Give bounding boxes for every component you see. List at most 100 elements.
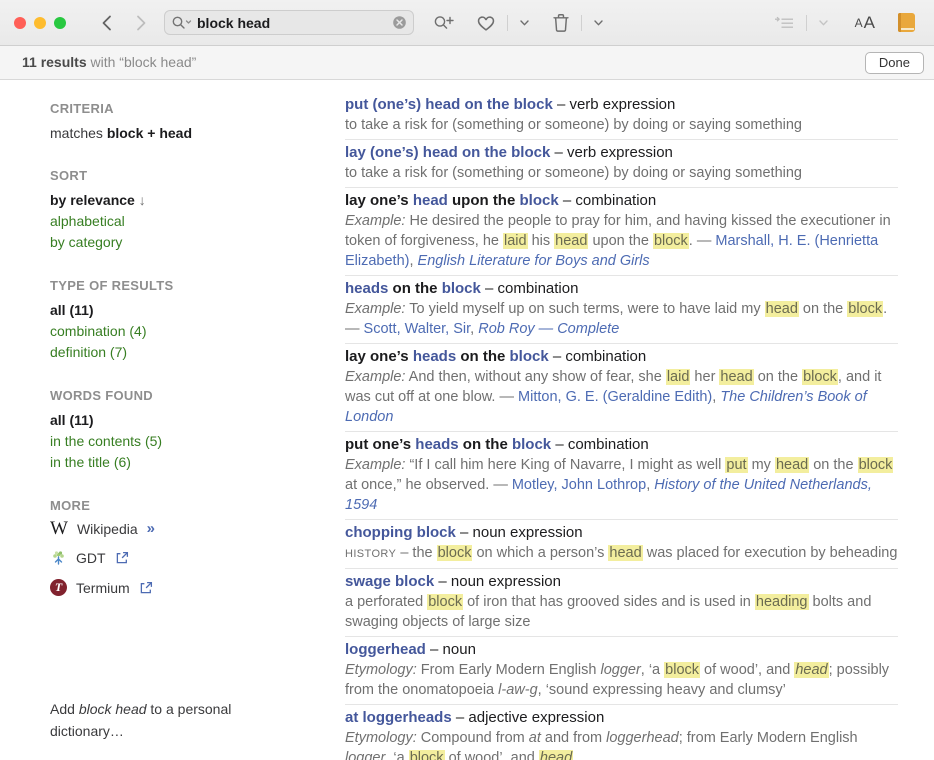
entry-list-control (768, 12, 834, 33)
text-segment: logger (345, 750, 385, 760)
dictionary-book-button[interactable] (893, 11, 920, 34)
text-segment: and from (541, 730, 606, 746)
headword: put (one’s) head on the block (345, 96, 553, 113)
headword: swage block (345, 573, 434, 590)
citation-link[interactable]: Motley, John Lothrop (512, 477, 646, 493)
delete-button[interactable] (547, 11, 575, 34)
more-link-wikipedia[interactable]: WWikipedia» (50, 520, 277, 537)
text-segment: at (529, 730, 541, 746)
criteria-header: CRITERIA (50, 101, 277, 116)
criteria-section: CRITERIA matches block + head (50, 101, 277, 143)
result-title[interactable]: loggerhead – noun (345, 640, 898, 660)
favorites-button[interactable] (471, 12, 501, 34)
sort-header: SORT (50, 168, 277, 183)
result-row: lay one’s head upon the block – combinat… (345, 188, 898, 276)
sidebar-option-combination-4[interactable]: combination (4) (50, 321, 277, 342)
favorites-menu-button[interactable] (514, 17, 535, 29)
text-segment: , ‘sound expressing heavy and clumsy’ (538, 682, 786, 698)
zoom-window-button[interactable] (54, 17, 66, 29)
text-segment: my (748, 457, 775, 473)
done-button[interactable]: Done (865, 52, 924, 74)
toolbar-divider (507, 15, 508, 31)
text-segment: his (528, 233, 555, 249)
entry-list-button (768, 12, 800, 33)
chevron-right-icon (135, 14, 148, 32)
text-segment: of wood’, and (445, 750, 539, 760)
sidebar-option-alphabetical[interactable]: alphabetical (50, 211, 277, 232)
match-highlight: head (794, 662, 828, 678)
sidebar-option-definition-7[interactable]: definition (7) (50, 342, 277, 363)
result-title[interactable]: swage block – noun expression (345, 572, 898, 592)
citation-link[interactable]: Scott, Walter, Sir (364, 321, 471, 337)
headword: lay (one’s) head on the block (345, 144, 550, 161)
more-link-termium[interactable]: TTermium (50, 579, 277, 596)
text-segment: Etymology: (345, 662, 417, 678)
result-row: heads on the block – combinationExample:… (345, 276, 898, 344)
result-title[interactable]: lay (one’s) head on the block – verb exp… (345, 143, 898, 163)
sidebar-option-all-11[interactable]: all (11) (50, 300, 277, 321)
chevron-down-icon (818, 19, 829, 27)
match-highlight: laid (666, 369, 691, 385)
search-plus-icon (433, 14, 454, 32)
minimize-window-button[interactable] (34, 17, 46, 29)
text-segment: on the (459, 436, 512, 453)
text-segment: . — (689, 233, 716, 249)
result-title[interactable]: heads on the block – combination (345, 279, 898, 299)
text-segment: a perforated (345, 594, 427, 610)
more-link-label: Termium (76, 580, 130, 596)
sidebar-option-by-category[interactable]: by category (50, 232, 277, 253)
sort-options: by relevance ↓alphabeticalby category (50, 190, 277, 253)
result-title[interactable]: lay one’s heads on the block – combinati… (345, 347, 898, 367)
back-button[interactable] (94, 12, 119, 34)
result-body: a perforated block of iron that has groo… (345, 592, 898, 632)
match-highlight: block (427, 594, 463, 610)
sidebar-option-in-the-title-6[interactable]: in the title (6) (50, 452, 277, 473)
dictionary-search-window: block head (0, 0, 934, 760)
match-highlight: block (847, 301, 883, 317)
more-links: WWikipedia» GDT TTermium (50, 520, 277, 596)
criteria-value: matches block + head (50, 123, 277, 143)
forward-button (129, 12, 154, 34)
result-title[interactable]: put one’s heads on the block – combinati… (345, 435, 898, 455)
delete-menu-button[interactable] (588, 17, 609, 29)
result-row: lay one’s heads on the block – combinati… (345, 344, 898, 432)
close-window-button[interactable] (14, 17, 26, 29)
result-title[interactable]: lay one’s head upon the block – combinat… (345, 191, 898, 211)
more-link-gdt[interactable]: GDT (50, 549, 277, 567)
sidebar-option-all-11[interactable]: all (11) (50, 410, 277, 431)
sidebar-option-in-the-contents-5[interactable]: in the contents (5) (50, 431, 277, 452)
type-of-results-section: TYPE OF RESULTS all (11)combination (4)d… (50, 278, 277, 363)
text-segment: to take a risk for (something or someone… (345, 117, 802, 133)
clear-search-button[interactable] (392, 15, 407, 30)
citation-link[interactable]: English Literature for Boys and Girls (418, 253, 650, 269)
sort-direction-icon: ↓ (135, 192, 146, 208)
search-input[interactable]: block head (164, 10, 414, 35)
result-title[interactable]: put (one’s) head on the block – verb exp… (345, 95, 898, 115)
result-row: swage block – noun expressiona perforate… (345, 569, 898, 637)
search-value[interactable]: block head (197, 15, 392, 31)
result-body: Example: And then, without any show of f… (345, 367, 898, 427)
headword: block (510, 348, 549, 365)
new-search-button[interactable] (428, 12, 459, 34)
citation-link[interactable]: Rob Roy — Complete (478, 321, 619, 337)
match-highlight: put (725, 457, 747, 473)
citation-link[interactable]: Mitton, G. E. (Geraldine Edith) (518, 389, 712, 405)
text-size-button[interactable]: AA (850, 11, 881, 35)
text-segment: – verb expression (550, 144, 673, 161)
content-area: CRITERIA matches block + head SORT by re… (0, 80, 934, 760)
match-highlight: head (608, 545, 642, 561)
match-highlight: block (858, 457, 894, 473)
text-segment: Etymology: (345, 730, 417, 746)
window-controls (14, 17, 66, 29)
text-segment: l-aw-g (498, 682, 537, 698)
add-to-personal-dictionary-link[interactable]: Add block head to a personal dictionary… (50, 698, 255, 742)
result-title[interactable]: at loggerheads – adjective expression (345, 708, 898, 728)
headword: at loggerheads (345, 709, 452, 726)
result-body: HISTORY – the block on which a person’s … (345, 543, 898, 564)
headword: heads (345, 280, 388, 297)
result-title[interactable]: chopping block – noun expression (345, 523, 898, 543)
match-highlight: head (719, 369, 753, 385)
sidebar-option-by-relevance[interactable]: by relevance ↓ (50, 190, 277, 211)
search-menu-icon[interactable] (171, 15, 193, 31)
toolbar: block head (0, 0, 934, 46)
